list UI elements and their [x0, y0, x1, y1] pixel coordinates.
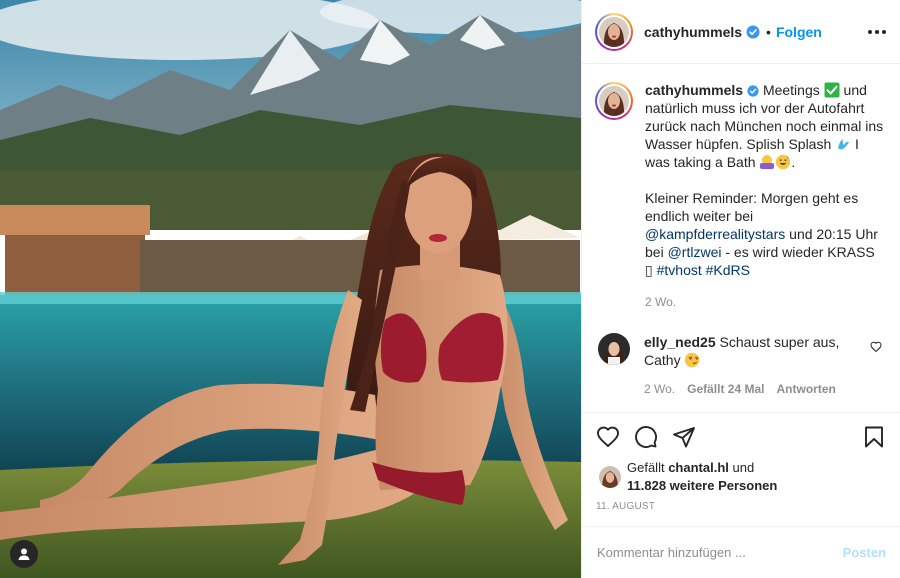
post-header: cathyhummels • Folgen	[582, 0, 900, 64]
caption-username[interactable]: cathyhummels	[645, 82, 743, 98]
comment-meta: 2 Wo. Gefällt 24 Mal Antworten	[644, 380, 864, 398]
likes-count[interactable]: 11.828 weitere Personen	[627, 478, 777, 493]
profile-avatar[interactable]	[595, 12, 633, 51]
header-username[interactable]: cathyhummels	[644, 24, 742, 40]
comment-item: elly_ned25 Schaust super aus, Cathy 2 Wo…	[595, 333, 884, 398]
mention-link-rtlzwei[interactable]: @rtlzwei	[668, 244, 722, 260]
likes-prefix: Gefällt	[627, 460, 665, 475]
comment-likes-count[interactable]: Gefällt 24 Mal	[687, 380, 764, 398]
comment-body: elly_ned25 Schaust super aus, Cathy 2 Wo…	[644, 333, 864, 398]
post-photo[interactable]	[0, 0, 581, 578]
caption-line-2: Kleiner Reminder: Morgen geht es endlich…	[645, 190, 859, 224]
avatar-image	[599, 86, 629, 116]
person-bathing-emoji-icon	[760, 155, 775, 169]
liker-username[interactable]: chantal.hl	[668, 460, 729, 475]
post-comment-button[interactable]: Posten	[843, 545, 886, 560]
caption-timestamp[interactable]: 2 Wo.	[645, 293, 884, 311]
instagram-post: cathyhummels • Folgen cathyhummels Meeti…	[0, 0, 900, 578]
hashtag-link-kdrs[interactable]: #KdRS	[706, 262, 750, 278]
user-tag-icon	[18, 548, 30, 560]
verified-badge-icon	[747, 85, 759, 97]
commenter-username[interactable]: elly_ned25	[644, 334, 716, 350]
comment-heart-icon[interactable]	[870, 341, 882, 353]
post-date[interactable]: 11. AUGUST	[596, 501, 886, 526]
commenter-avatar[interactable]	[598, 333, 630, 365]
check-mark-emoji-icon	[824, 82, 840, 98]
heart-icon[interactable]	[596, 425, 620, 449]
more-options-icon[interactable]	[868, 22, 886, 42]
add-comment-bar: Posten	[582, 526, 900, 578]
action-bar	[596, 423, 886, 451]
avatar-image	[599, 16, 629, 47]
user-tag-button[interactable]	[10, 540, 38, 568]
verified-badge-icon	[746, 25, 760, 39]
post-side-panel: cathyhummels • Folgen cathyhummels Meeti…	[581, 0, 900, 578]
likes-text: Gefällt chantal.hl und 11.828 weitere Pe…	[627, 459, 777, 495]
heart-face-emoji-icon	[685, 352, 700, 368]
separator-dot: •	[766, 23, 771, 40]
hashtag-link-tvhost[interactable]: #tvhost	[657, 262, 702, 278]
likes-summary: Gefällt chantal.hl und 11.828 weitere Pe…	[596, 459, 886, 495]
comment-input[interactable]	[597, 545, 843, 560]
mention-link-kampfderrealitystars[interactable]: @kampfderrealitystars	[645, 226, 785, 242]
bookmark-icon[interactable]	[862, 425, 886, 449]
post-actions: Gefällt chantal.hl und 11.828 weitere Pe…	[582, 412, 900, 526]
comment-bubble-icon[interactable]	[634, 425, 658, 449]
liker-avatar[interactable]	[599, 466, 621, 488]
caption: cathyhummels Meetings und natürlich muss…	[595, 81, 884, 311]
likes-conjunction: und	[732, 460, 755, 475]
comment-timestamp[interactable]: 2 Wo.	[644, 380, 675, 398]
paper-plane-icon[interactable]	[672, 425, 696, 449]
caption-text: cathyhummels Meetings und natürlich muss…	[645, 81, 884, 311]
caption-line-1a: Meetings	[762, 82, 820, 98]
comment-reply-button[interactable]: Antworten	[777, 380, 836, 398]
caption-avatar[interactable]	[595, 82, 633, 120]
caption-period: .	[791, 154, 796, 170]
follow-button[interactable]: Folgen	[776, 24, 822, 40]
grinning-sweat-emoji-icon	[776, 154, 791, 170]
comments-section: cathyhummels Meetings und natürlich muss…	[582, 64, 900, 412]
splash-emoji-icon	[838, 139, 850, 150]
photo-scene	[0, 0, 581, 578]
